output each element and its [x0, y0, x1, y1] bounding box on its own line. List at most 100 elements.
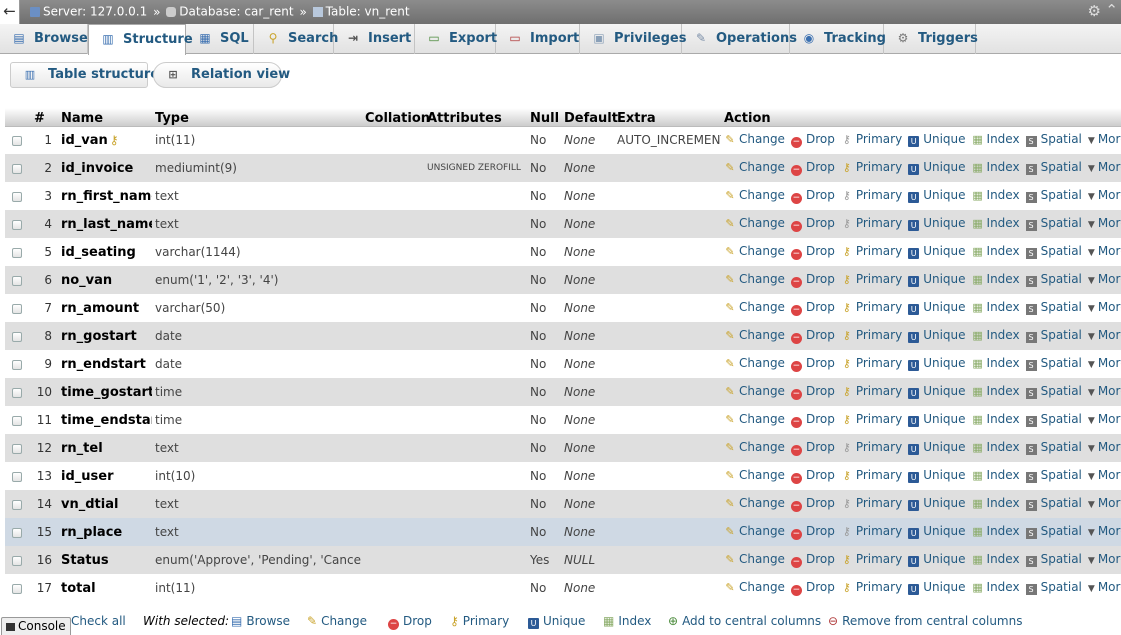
- table-row[interactable]: 13 id_user int(10) No None ✎ Change − Drop ⚷ Prima…: [5, 462, 1121, 490]
- spatial-button[interactable]: S Spatial: [1025, 328, 1082, 343]
- primary-button[interactable]: ⚷ Primary: [841, 272, 902, 286]
- header-num[interactable]: #: [31, 108, 58, 127]
- spatial-button[interactable]: S Spatial: [1025, 412, 1082, 427]
- unique-button[interactable]: U Unique: [908, 160, 966, 175]
- index-button[interactable]: ▦ Index: [972, 524, 1019, 538]
- table-row[interactable]: 9 rn_endstart date No None ✎ Change − Drop ⚷ Prima…: [5, 350, 1121, 378]
- table-row[interactable]: 7 rn_amount varchar(50) No None ✎ Change − Drop ⚷…: [5, 294, 1121, 322]
- drop-button[interactable]: − Drop: [790, 524, 835, 540]
- more-dropdown[interactable]: ▼More: [1088, 244, 1121, 258]
- row-checkbox[interactable]: [12, 387, 22, 398]
- change-button[interactable]: ✎ Change: [724, 496, 785, 510]
- unique-button[interactable]: U Unique: [908, 384, 966, 399]
- more-dropdown[interactable]: ▼More: [1088, 328, 1121, 342]
- tab-structure[interactable]: ▥ Structure: [88, 24, 193, 55]
- primary-button[interactable]: ⚷ Primary: [841, 524, 902, 538]
- change-button[interactable]: ✎ Change: [724, 188, 785, 202]
- primary-button[interactable]: ⚷ Primary: [841, 412, 902, 426]
- change-button[interactable]: ✎ Change: [724, 524, 785, 538]
- bulk-unique-button[interactable]: U Unique: [528, 614, 585, 629]
- row-checkbox[interactable]: [12, 191, 22, 202]
- table-row[interactable]: 12 rn_tel text No None ✎ Change − Drop ⚷ Primary U U…: [5, 434, 1121, 462]
- row-checkbox[interactable]: [12, 583, 22, 594]
- index-button[interactable]: ▦ Index: [972, 328, 1019, 342]
- more-dropdown[interactable]: ▼More: [1088, 132, 1121, 146]
- table-row[interactable]: 16 Status enum('Approve', 'Pending', 'Canc…: [5, 546, 1121, 574]
- header-null[interactable]: Null: [527, 108, 561, 127]
- index-button[interactable]: ▦ Index: [972, 272, 1019, 286]
- table-row[interactable]: 2 id_invoice mediumint(9) UNSIGNED ZEROFILL…: [5, 154, 1121, 182]
- unique-button[interactable]: U Unique: [908, 132, 966, 148]
- tab-export[interactable]: ▭ Export: [415, 24, 497, 54]
- more-dropdown[interactable]: ▼More: [1088, 496, 1121, 510]
- unique-button[interactable]: U Unique: [908, 244, 966, 259]
- header-extra[interactable]: Extra: [614, 108, 721, 127]
- gear-icon[interactable]: ⚙: [1088, 2, 1101, 20]
- primary-button[interactable]: ⚷ Primary: [841, 188, 902, 202]
- change-button[interactable]: ✎ Change: [724, 244, 785, 258]
- primary-button[interactable]: ⚷ Primary: [841, 328, 902, 342]
- tab-search[interactable]: ⚲ Search: [254, 24, 338, 54]
- unique-button[interactable]: U Unique: [908, 328, 966, 343]
- change-button[interactable]: ✎ Change: [724, 356, 785, 370]
- header-type[interactable]: Type: [152, 108, 362, 127]
- primary-button[interactable]: ⚷ Primary: [841, 244, 902, 258]
- console-button[interactable]: Console: [1, 617, 71, 635]
- change-button[interactable]: ✎ Change: [724, 300, 785, 314]
- row-checkbox[interactable]: [12, 527, 22, 538]
- remove-central-columns-button[interactable]: ⊖ Remove from central columns: [828, 614, 1022, 628]
- bulk-primary-button[interactable]: ⚷ Primary: [450, 614, 509, 628]
- header-attributes[interactable]: Attributes: [424, 108, 527, 127]
- unique-button[interactable]: U Unique: [908, 468, 966, 483]
- more-dropdown[interactable]: ▼More: [1088, 552, 1121, 566]
- tab-import[interactable]: ▭ Import: [496, 24, 580, 54]
- unique-button[interactable]: U Unique: [908, 216, 966, 231]
- spatial-button[interactable]: S Spatial: [1025, 356, 1082, 371]
- drop-button[interactable]: − Drop: [790, 412, 835, 428]
- row-checkbox[interactable]: [12, 219, 22, 230]
- relation-view-button[interactable]: ⊞ Relation view: [153, 62, 290, 88]
- index-button[interactable]: ▦ Index: [972, 216, 1019, 230]
- row-checkbox[interactable]: [12, 499, 22, 510]
- primary-button[interactable]: ⚷ Primary: [841, 440, 902, 454]
- spatial-button[interactable]: S Spatial: [1025, 580, 1082, 595]
- primary-button[interactable]: ⚷ Primary: [841, 216, 902, 230]
- tab-privileges[interactable]: ▣ Privileges: [580, 24, 686, 54]
- tab-operations[interactable]: ✎ Operations: [682, 24, 797, 54]
- change-button[interactable]: ✎ Change: [724, 328, 785, 342]
- table-row[interactable]: 3 rn_first_name text No None ✎ Change − Drop ⚷ Pri…: [5, 182, 1121, 210]
- unique-button[interactable]: U Unique: [908, 580, 966, 595]
- change-button[interactable]: ✎ Change: [724, 580, 785, 594]
- spatial-button[interactable]: S Spatial: [1025, 300, 1082, 315]
- index-button[interactable]: ▦ Index: [972, 412, 1019, 426]
- spatial-button[interactable]: S Spatial: [1025, 272, 1082, 287]
- row-checkbox[interactable]: [12, 471, 22, 482]
- index-button[interactable]: ▦ Index: [972, 132, 1019, 146]
- change-button[interactable]: ✎ Change: [724, 552, 785, 566]
- change-button[interactable]: ✎ Change: [724, 440, 785, 454]
- spatial-button[interactable]: S Spatial: [1025, 496, 1082, 511]
- change-button[interactable]: ✎ Change: [724, 132, 785, 146]
- table-row[interactable]: 10 time_gostart time No None ✎ Change − Drop ⚷ Pri…: [5, 378, 1121, 406]
- spatial-button[interactable]: S Spatial: [1025, 188, 1082, 203]
- unique-button[interactable]: U Unique: [908, 552, 966, 567]
- unique-button[interactable]: U Unique: [908, 412, 966, 427]
- drop-button[interactable]: − Drop: [790, 552, 835, 568]
- table-row[interactable]: 17 total int(11) No None ✎ Change − Drop ⚷ Primary…: [5, 574, 1121, 602]
- index-button[interactable]: ▦ Index: [972, 496, 1019, 510]
- more-dropdown[interactable]: ▼More: [1088, 468, 1121, 482]
- row-checkbox[interactable]: [12, 247, 22, 258]
- tab-triggers[interactable]: ⚙ Triggers: [884, 24, 978, 54]
- index-button[interactable]: ▦ Index: [972, 552, 1019, 566]
- drop-button[interactable]: − Drop: [790, 216, 835, 232]
- breadcrumb-table[interactable]: Table: vn_rent: [326, 5, 410, 19]
- header-default[interactable]: Default: [561, 108, 618, 127]
- spatial-button[interactable]: S Spatial: [1025, 524, 1082, 539]
- tab-tracking[interactable]: ◉ Tracking: [790, 24, 886, 54]
- primary-button[interactable]: ⚷ Primary: [841, 552, 902, 566]
- spatial-button[interactable]: S Spatial: [1025, 552, 1082, 567]
- more-dropdown[interactable]: ▼More: [1088, 580, 1121, 594]
- row-checkbox[interactable]: [12, 331, 22, 342]
- tab-insert[interactable]: ⇥ Insert: [334, 24, 415, 54]
- primary-button[interactable]: ⚷ Primary: [841, 496, 902, 510]
